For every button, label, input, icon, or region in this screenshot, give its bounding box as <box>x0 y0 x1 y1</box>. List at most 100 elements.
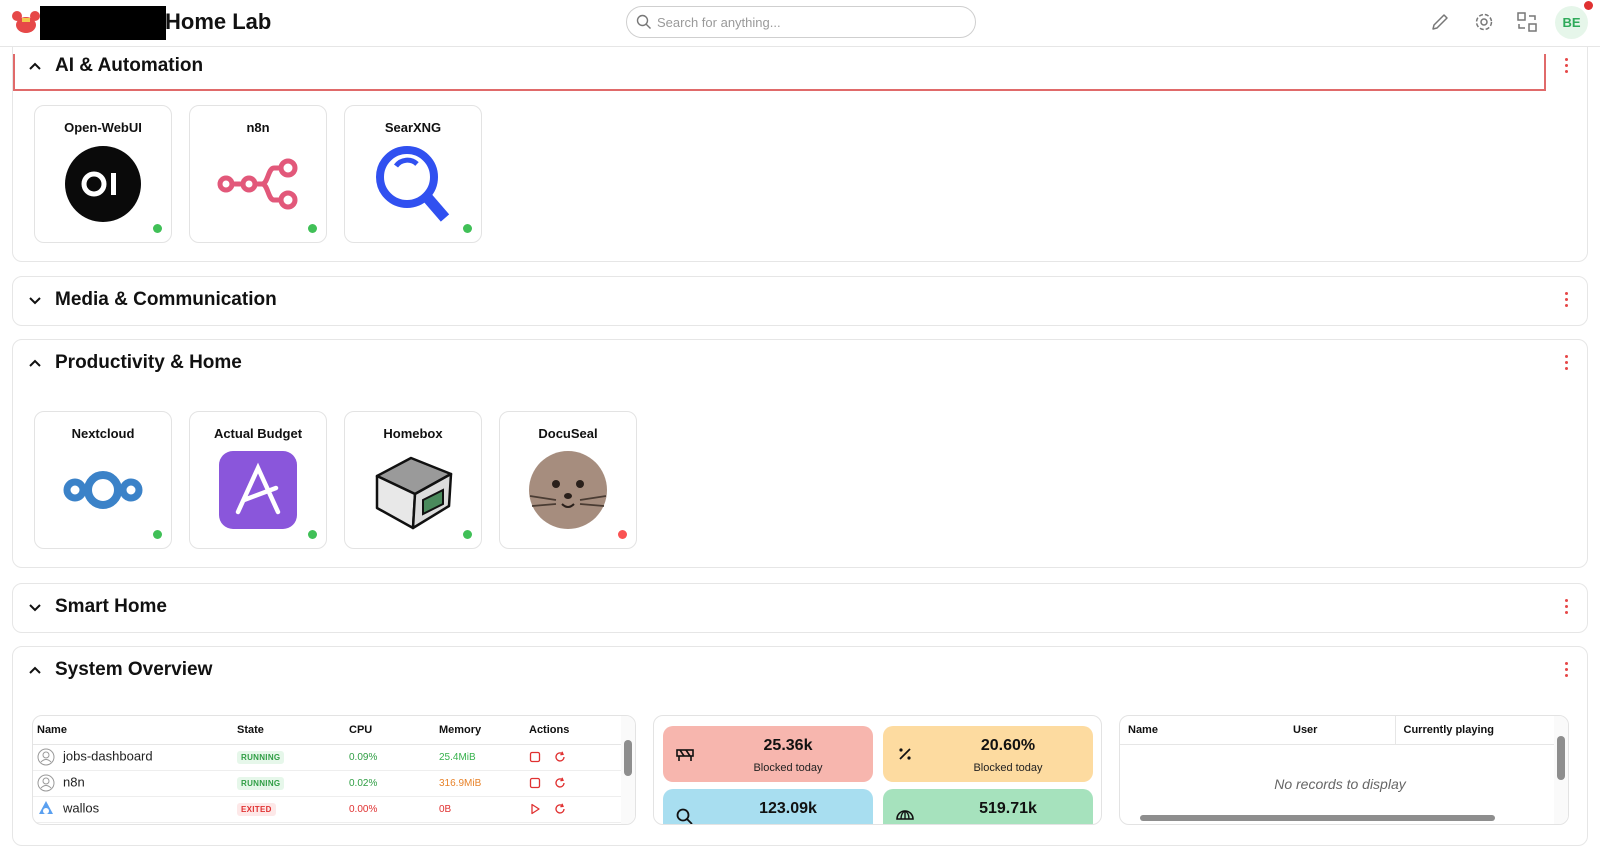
play-icon[interactable] <box>529 803 541 815</box>
docker-containers-widget: Name State CPU Memory Actions jobs-dashb… <box>32 715 636 825</box>
section-title: System Overview <box>55 659 213 680</box>
stat-tile-blocked-percent: 20.60% Blocked today <box>883 726 1093 782</box>
section-header[interactable]: System Overview <box>13 647 1587 694</box>
cpu-value: 0.00% <box>345 796 435 823</box>
app-card-open-webui[interactable]: Open-WebUI <box>34 105 172 243</box>
status-online-dot <box>308 530 317 539</box>
section-header[interactable]: Smart Home <box>13 584 1587 631</box>
stop-icon[interactable] <box>529 777 541 789</box>
horizontal-scrollbar[interactable] <box>1126 814 1546 822</box>
wallos-icon <box>39 801 53 814</box>
stat-value: 123.09k <box>759 800 817 817</box>
status-badge: RUNNING <box>237 750 285 764</box>
section-media-communication: Media & Communication <box>12 276 1588 326</box>
app-name: Homebox <box>383 426 443 441</box>
more-options-icon[interactable] <box>1563 599 1569 617</box>
container-name: wallos <box>63 800 100 816</box>
column-header-name[interactable]: Name <box>1120 716 1285 745</box>
chevron-up-icon[interactable] <box>27 60 43 72</box>
section-header[interactable]: Media & Communication <box>13 277 1587 324</box>
chevron-down-icon[interactable] <box>27 294 43 306</box>
column-header-cpu[interactable]: CPU <box>345 716 435 745</box>
restart-icon[interactable] <box>554 777 566 789</box>
section-ai-automation: AI & Automation Open-WebUI n8n SearXNG <box>12 20 1588 262</box>
table-row[interactable]: jobs-dashboard RUNNING 0.09% 25.4MiB <box>33 744 623 771</box>
switch-board-icon[interactable] <box>1515 10 1539 34</box>
vertical-scrollbar[interactable] <box>1554 716 1568 824</box>
app-card-n8n[interactable]: n8n <box>189 105 327 243</box>
chevron-up-icon[interactable] <box>27 664 43 676</box>
app-name: Actual Budget <box>213 426 303 441</box>
app-card-nextcloud[interactable]: Nextcloud <box>34 411 172 549</box>
media-sessions-widget: Name User Currently playing No records t… <box>1119 715 1569 825</box>
status-online-dot <box>308 224 317 233</box>
restart-icon[interactable] <box>554 751 566 763</box>
section-header[interactable]: AI & Automation <box>13 43 1587 90</box>
homebox-logo <box>375 456 453 530</box>
stop-icon[interactable] <box>529 751 541 763</box>
vertical-scrollbar[interactable] <box>621 716 635 824</box>
status-online-dot <box>153 224 162 233</box>
stat-value: 20.60% <box>980 737 1036 754</box>
table-row[interactable]: wallos EXITED 0.00% 0B <box>33 796 623 823</box>
section-title: Media & Communication <box>55 289 277 310</box>
section-header[interactable]: Productivity & Home <box>13 340 1587 387</box>
user-avatar[interactable]: BE <box>1555 6 1588 39</box>
app-name: SearXNG <box>384 120 442 135</box>
cpu-value: 0.09% <box>345 744 435 771</box>
stat-value: 519.71k <box>979 800 1037 817</box>
stat-label: Blocked today <box>753 762 823 774</box>
section-title: Productivity & Home <box>55 352 242 373</box>
more-options-icon[interactable] <box>1563 292 1569 310</box>
more-options-icon[interactable] <box>1563 662 1569 680</box>
app-card-actual-budget[interactable]: Actual Budget <box>189 411 327 549</box>
more-options-icon[interactable] <box>1563 355 1569 373</box>
gear-icon[interactable] <box>1472 10 1496 34</box>
actual-budget-logo <box>219 451 297 529</box>
globe-icon <box>896 810 914 820</box>
column-header-user[interactable]: User <box>1285 716 1395 745</box>
chevron-up-icon[interactable] <box>27 357 43 369</box>
table-row[interactable]: n8n RUNNING 0.02% 316.9MiB <box>33 770 623 797</box>
app-card-docuseal[interactable]: DocuSeal <box>499 411 637 549</box>
status-online-dot <box>153 530 162 539</box>
column-header-currently-playing[interactable]: Currently playing <box>1394 716 1560 745</box>
section-productivity-home: Productivity & Home Nextcloud Actual Bud… <box>12 339 1588 568</box>
status-badge: EXITED <box>237 802 276 816</box>
stat-tile-blocked-count: 25.36k Blocked today <box>663 726 873 782</box>
section-title: AI & Automation <box>55 55 204 76</box>
app-name: n8n <box>246 120 270 135</box>
container-icon <box>37 748 55 766</box>
barrier-icon <box>676 749 694 761</box>
column-header-state[interactable]: State <box>233 716 345 745</box>
searxng-logo <box>376 146 450 222</box>
column-header-memory[interactable]: Memory <box>435 716 525 745</box>
container-name: n8n <box>63 774 85 790</box>
search-input[interactable] <box>657 12 957 32</box>
status-offline-dot <box>618 530 627 539</box>
page-title: Home Lab <box>165 9 272 34</box>
redacted-block <box>40 6 166 40</box>
docuseal-logo <box>529 451 607 529</box>
stat-tile-domains: 519.71k <box>883 789 1093 824</box>
media-sessions-table: Name User Currently playing <box>1120 716 1560 745</box>
column-header-name[interactable]: Name <box>33 716 233 745</box>
more-options-icon[interactable] <box>1563 58 1569 76</box>
app-card-homebox[interactable]: Homebox <box>344 411 482 549</box>
app-logo[interactable] <box>10 8 42 36</box>
edit-icon[interactable] <box>1428 10 1452 34</box>
chevron-down-icon[interactable] <box>27 601 43 613</box>
restart-icon[interactable] <box>554 803 566 815</box>
open-webui-logo <box>65 146 141 222</box>
memory-value: 25.4MiB <box>435 744 525 771</box>
app-card-searxng[interactable]: SearXNG <box>344 105 482 243</box>
stat-tile-queries: 123.09k <box>663 789 873 824</box>
cpu-value: 0.02% <box>345 770 435 797</box>
stat-value: 25.36k <box>763 737 813 754</box>
memory-value: 316.9MiB <box>435 770 525 797</box>
memory-value: 0B <box>435 796 525 823</box>
nextcloud-logo <box>63 471 143 509</box>
search-bar[interactable] <box>626 6 976 38</box>
percent-icon <box>899 748 911 760</box>
app-name: Nextcloud <box>71 426 135 441</box>
